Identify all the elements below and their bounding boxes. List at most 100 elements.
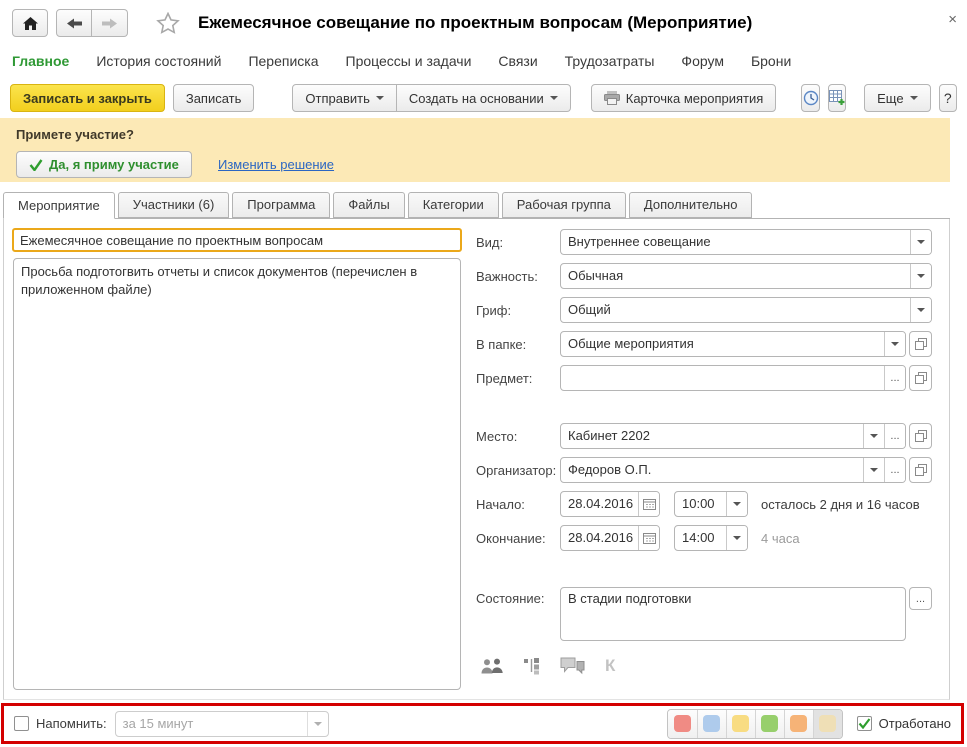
forward-arrow-icon xyxy=(102,18,117,29)
grif-dropdown-button[interactable] xyxy=(910,298,931,322)
printer-icon xyxy=(603,91,620,105)
color-swatch-beige[interactable] xyxy=(812,709,842,738)
change-decision-link[interactable]: Изменить решение xyxy=(218,157,334,172)
properties-column: Вид: Внутреннее совещание Важность: Обыч… xyxy=(476,219,932,641)
home-button[interactable] xyxy=(12,9,48,37)
menu-item-istoriya[interactable]: История состояний xyxy=(96,53,221,69)
clock-icon xyxy=(803,90,819,106)
color-swatch-blue[interactable] xyxy=(696,709,726,738)
field-row-place: Место: Кабинет 2202 ... xyxy=(476,423,932,449)
grif-combobox[interactable]: Общий xyxy=(560,297,932,323)
field-row-grif: Гриф: Общий xyxy=(476,297,932,323)
back-button[interactable] xyxy=(56,9,92,37)
subject-ref-field[interactable]: ... xyxy=(560,365,906,391)
place-open-button[interactable] xyxy=(909,423,932,449)
k-letter-icon: К xyxy=(605,656,616,675)
color-swatch-orange[interactable] xyxy=(783,709,813,738)
remind-dropdown-button[interactable] xyxy=(306,711,328,736)
importance-dropdown-button[interactable] xyxy=(910,264,931,288)
color-swatch-red[interactable] xyxy=(667,709,697,738)
end-calendar-button[interactable] xyxy=(638,526,659,550)
start-time-dropdown-button[interactable] xyxy=(726,492,747,516)
hierarchy-icon[interactable] xyxy=(524,657,540,675)
end-time-dropdown-button[interactable] xyxy=(726,526,747,550)
accept-participation-label: Да, я приму участие xyxy=(49,157,179,172)
color-swatch-green[interactable] xyxy=(754,709,784,738)
start-label: Начало: xyxy=(476,496,525,512)
place-combobox[interactable]: Кабинет 2202 ... xyxy=(560,423,906,449)
remind-interval-combobox[interactable]: за 15 минут xyxy=(114,710,329,737)
start-time-field[interactable]: 10:00 xyxy=(674,491,748,517)
color-swatch-yellow[interactable] xyxy=(725,709,755,738)
folder-combobox[interactable]: Общие мероприятия xyxy=(560,331,906,357)
report-button[interactable] xyxy=(827,84,847,112)
forward-button[interactable] xyxy=(92,9,128,37)
folder-dropdown-button[interactable] xyxy=(884,332,905,356)
importance-combobox[interactable]: Обычная xyxy=(560,263,932,289)
end-time-field[interactable]: 14:00 xyxy=(674,525,748,551)
end-date-value: 28.04.2016 xyxy=(568,530,634,545)
start-date-field[interactable]: 28.04.2016 xyxy=(560,491,660,517)
tab-fayly[interactable]: Файлы xyxy=(333,192,405,218)
create-from-button[interactable]: Создать на основании xyxy=(396,84,571,112)
place-dropdown-button[interactable] xyxy=(863,424,884,448)
tab-programma[interactable]: Программа xyxy=(232,192,331,218)
open-in-window-icon xyxy=(914,338,927,350)
menu-item-broni[interactable]: Брони xyxy=(751,53,791,69)
subject-ref-select-button[interactable]: ... xyxy=(884,366,905,390)
done-checkbox[interactable] xyxy=(856,716,872,731)
state-select-button[interactable]: ... xyxy=(909,587,932,610)
tab-kategorii[interactable]: Категории xyxy=(407,192,499,218)
section-menu: Главное История состояний Переписка Проц… xyxy=(12,50,791,72)
save-close-button[interactable]: Записать и закрыть xyxy=(10,84,165,112)
menu-item-forum[interactable]: Форум xyxy=(681,53,724,69)
accept-participation-button[interactable]: Да, я приму участие xyxy=(16,151,192,178)
folder-open-button[interactable] xyxy=(909,331,932,357)
save-button[interactable]: Записать xyxy=(172,84,255,112)
close-icon[interactable]: × xyxy=(948,12,957,27)
place-select-button[interactable]: ... xyxy=(884,424,905,448)
chevron-down-icon xyxy=(870,434,878,438)
start-date-value: 28.04.2016 xyxy=(568,496,634,511)
subject-ref-label: Предмет: xyxy=(476,370,533,386)
favorite-star-icon[interactable] xyxy=(156,12,180,34)
help-button[interactable]: ? xyxy=(938,84,958,112)
chevron-down-icon xyxy=(917,240,925,244)
start-calendar-button[interactable] xyxy=(638,492,659,516)
reminder-clock-button[interactable] xyxy=(801,84,820,112)
menu-item-trudozatraty[interactable]: Трудозатраты xyxy=(565,53,655,69)
create-from-button-label: Создать на основании xyxy=(408,90,544,106)
participants-icon[interactable] xyxy=(481,658,504,674)
subject-input[interactable] xyxy=(12,228,462,252)
send-button[interactable]: Отправить xyxy=(292,84,397,112)
remind-checkbox[interactable] xyxy=(14,716,29,731)
open-in-window-icon xyxy=(914,372,927,384)
field-row-organizer: Организатор: Федоров О.П. ... xyxy=(476,457,932,483)
menu-item-perepiska[interactable]: Переписка xyxy=(248,53,318,69)
state-textbox[interactable]: В стадии подготовки xyxy=(560,587,906,641)
subject-ref-open-button[interactable] xyxy=(909,365,932,391)
tab-dopolnitelno[interactable]: Дополнительно xyxy=(628,192,753,218)
menu-item-glavnoe[interactable]: Главное xyxy=(12,53,69,69)
end-date-field[interactable]: 28.04.2016 xyxy=(560,525,660,551)
description-textarea[interactable]: Просьба подготогвить отчеты и список док… xyxy=(13,258,461,690)
organizer-select-button[interactable]: ... xyxy=(884,458,905,482)
color-swatch-group xyxy=(666,708,843,739)
organizer-combobox[interactable]: Федоров О.П. ... xyxy=(560,457,906,483)
tab-rabochaya-gruppa[interactable]: Рабочая группа xyxy=(501,192,626,218)
more-button[interactable]: Еще xyxy=(864,84,931,112)
swatch-blue-icon xyxy=(703,715,721,732)
event-card-button[interactable]: Карточка мероприятия xyxy=(590,84,777,112)
tab-uchastniki[interactable]: Участники (6) xyxy=(117,192,230,218)
menu-item-svyazi[interactable]: Связи xyxy=(498,53,537,69)
organizer-open-button[interactable] xyxy=(909,457,932,483)
chevron-down-icon xyxy=(917,308,925,312)
menu-item-processy[interactable]: Процессы и задачи xyxy=(346,53,472,69)
organizer-dropdown-button[interactable] xyxy=(863,458,884,482)
swatch-orange-icon xyxy=(790,715,808,732)
tab-meropriyatie[interactable]: Мероприятие xyxy=(3,192,115,219)
kind-dropdown-button[interactable] xyxy=(910,230,931,254)
forum-chat-icon[interactable] xyxy=(560,657,585,675)
duration-hint: 4 часа xyxy=(761,530,800,546)
kind-combobox[interactable]: Внутреннее совещание xyxy=(560,229,932,255)
